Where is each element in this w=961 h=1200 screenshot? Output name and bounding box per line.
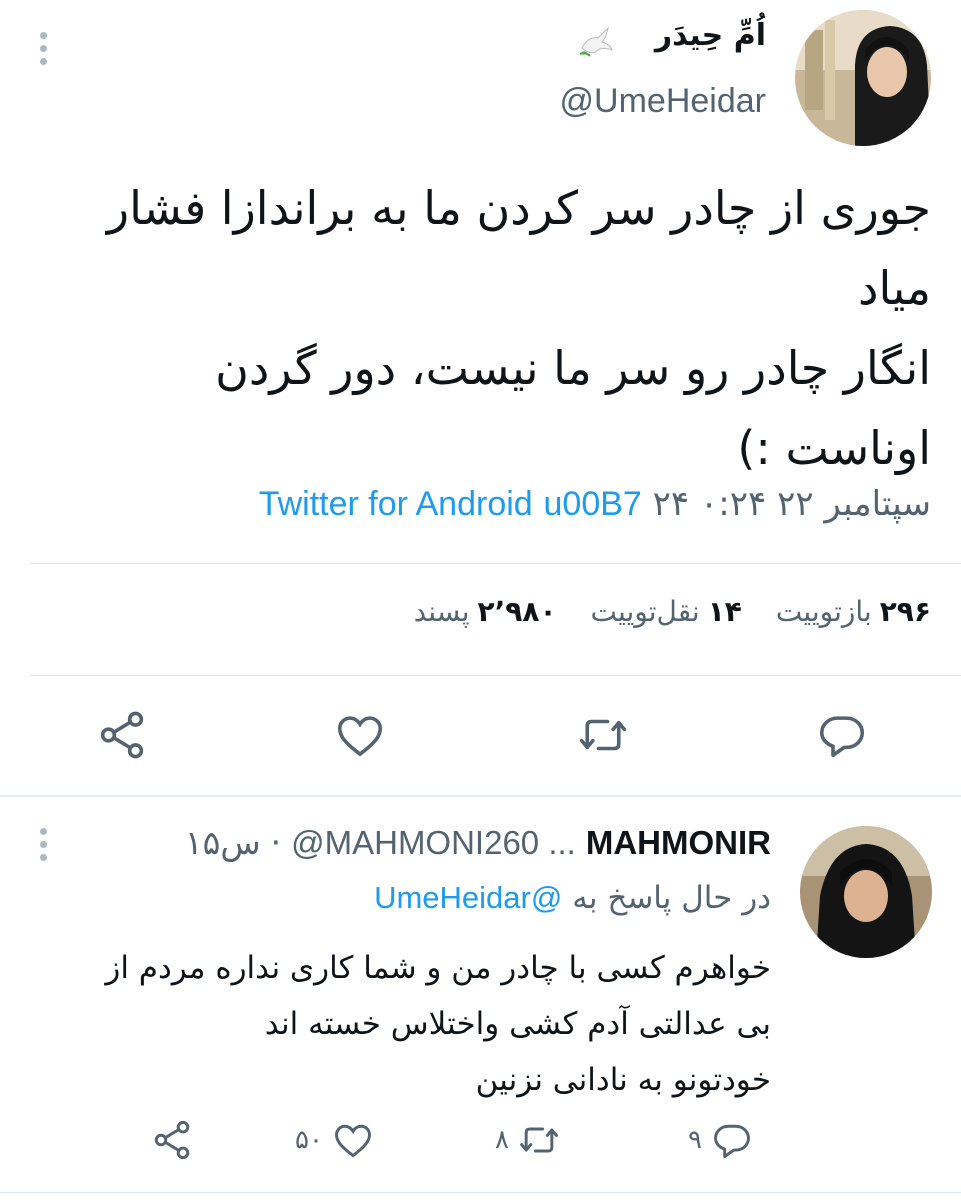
reply-like-count: ۵۰ <box>295 1125 323 1155</box>
divider <box>30 563 961 564</box>
retweet-icon[interactable] <box>517 1118 561 1162</box>
tweet-text-line: جوری از چادر سر کردن ما به براندازا فشار <box>106 181 931 235</box>
quotes-label: نقل‌توییت <box>590 595 700 628</box>
quotes-count: ۱۴ <box>707 595 742 628</box>
reply-like-button[interactable]: ۵۰ <box>295 1118 375 1162</box>
reply-reply-button[interactable]: ۹ <box>688 1118 754 1162</box>
reply-retweet-button[interactable]: ۸ <box>495 1118 561 1162</box>
author-display-name[interactable]: اُمِّ حِیدَر <box>655 18 766 53</box>
reply-text-line: خواهرم کسی با چادر من و شما کاری نداره م… <box>105 950 771 986</box>
reply-author-handle[interactable]: @MAHMONI260 ... <box>291 824 576 862</box>
likes-label: پسند <box>413 595 470 628</box>
tweet-text-line: میاد <box>857 261 931 315</box>
retweets-count: ۲۹۶ <box>879 595 931 628</box>
reply-text: خواهرم کسی با چادر من و شما کاری نداره م… <box>51 940 771 1108</box>
share-icon[interactable] <box>95 708 149 762</box>
like-icon[interactable] <box>333 708 387 762</box>
replying-to: در حال پاسخ به @UmeHeidar <box>374 880 771 916</box>
reply-text-line: خودتونو به نادانی نزنین <box>475 1062 771 1098</box>
quotes-stat[interactable]: ۱۴ نقل‌توییت <box>591 595 742 628</box>
section-divider <box>0 795 961 797</box>
replying-to-label: در حال پاسخ به <box>572 880 771 916</box>
retweets-label: بازتوییت <box>775 595 872 628</box>
tweet-meta-separator: u00B7 <box>543 485 642 523</box>
reply-header: ۱۵س · @MAHMONI260 ... MAHMONIR <box>185 823 771 862</box>
reply-retweet-count: ۸ <box>495 1125 509 1155</box>
tweet-text: جوری از چادر سر کردن ما به براندازا فشار… <box>31 168 931 488</box>
reply-more-options-icon[interactable] <box>40 828 47 861</box>
retweets-stat[interactable]: ۲۹۶ بازتوییت <box>776 595 931 628</box>
reply-author-name[interactable]: MAHMONIR <box>586 824 771 862</box>
reply-author-avatar[interactable] <box>800 826 932 958</box>
tweet-stats: ۲۹۶ بازتوییت ۱۴ نقل‌توییت ۲٬۹۸۰ پسند <box>414 595 931 628</box>
reply-reply-count: ۹ <box>688 1125 702 1155</box>
bottom-divider <box>0 1192 961 1193</box>
reply-time: ۱۵س <box>184 823 261 862</box>
tweet-time: ۰:۲۴ <box>700 484 767 524</box>
retweet-icon[interactable] <box>576 708 630 762</box>
likes-stat[interactable]: ۲٬۹۸۰ پسند <box>414 595 557 628</box>
replying-to-handle[interactable]: @UmeHeidar <box>374 880 562 915</box>
reply-share-button[interactable] <box>150 1118 194 1162</box>
reply-text-line: بی عدالتی آدم کشی واختلاس خسته اند <box>264 1006 771 1042</box>
author-handle[interactable]: @UmeHeidar <box>560 82 766 121</box>
reply-header-dot: · <box>270 823 282 862</box>
tweet-date: ۲۴ سپتامبر ۲۲ <box>652 484 931 524</box>
dove-emoji-icon <box>576 22 616 62</box>
divider <box>30 675 961 676</box>
author-avatar[interactable] <box>795 10 931 146</box>
tweet-text-line: انگار چادر رو سر ما نیست، دور گردن <box>215 341 931 395</box>
tweet-text-line: اوناست :) <box>737 421 931 475</box>
reply-icon[interactable] <box>815 708 869 762</box>
more-options-icon[interactable] <box>40 32 47 65</box>
tweet-source-link[interactable]: Twitter for Android <box>259 485 533 523</box>
share-icon[interactable] <box>150 1118 194 1162</box>
like-icon[interactable] <box>331 1118 375 1162</box>
likes-count: ۲٬۹۸۰ <box>477 595 557 628</box>
tweet-meta: Twitter for Android u00B7 ۲۴ سپتامبر ۲۲ … <box>259 484 931 524</box>
reply-icon[interactable] <box>710 1118 754 1162</box>
